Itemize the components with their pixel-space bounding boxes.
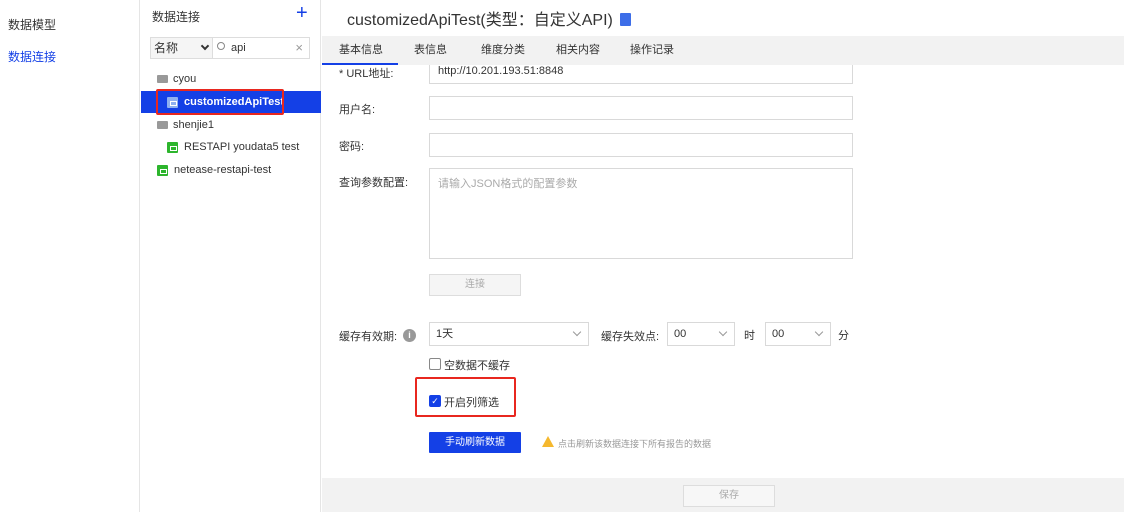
node-label: shenjie1 xyxy=(173,119,214,131)
search-icon xyxy=(217,42,225,50)
chevron-down-icon xyxy=(718,327,728,337)
info-icon[interactable]: i xyxy=(403,329,416,342)
page-title: customizedApiTest(类型：自定义API) xyxy=(347,6,632,30)
url-input[interactable]: http://10.201.193.51:8848 xyxy=(429,65,853,84)
chevron-down-icon xyxy=(200,41,210,51)
datasource-icon xyxy=(167,141,178,153)
warning-icon xyxy=(542,436,554,447)
left-nav: 数据模型 数据连接 xyxy=(0,0,140,512)
hour-select[interactable]: 00 xyxy=(667,322,735,346)
datasource-icon xyxy=(157,164,168,176)
node-label: RESTAPI youdata5 test xyxy=(184,141,300,153)
document-icon[interactable] xyxy=(620,13,632,26)
tab-basic-info[interactable]: 基本信息 xyxy=(339,36,383,65)
password-input[interactable] xyxy=(429,133,853,157)
tab-related[interactable]: 相关内容 xyxy=(556,36,600,65)
cache-label: 缓存有效期: xyxy=(339,331,398,343)
search-value: api xyxy=(231,42,246,54)
expire-label: 缓存失效点: xyxy=(601,331,660,343)
folder-icon xyxy=(157,75,168,84)
refresh-hint: 点击刷新该数据连接下所有报告的数据 xyxy=(558,439,712,449)
tree-folder[interactable]: cyou xyxy=(141,68,321,90)
tab-dimension[interactable]: 维度分类 xyxy=(481,36,525,65)
chevron-down-icon xyxy=(572,327,582,337)
select-value: 00 xyxy=(674,328,687,340)
password-label: 密码: xyxy=(339,141,365,153)
no-cache-empty-checkbox[interactable] xyxy=(429,358,441,370)
column-filter-label: 开启列筛选 xyxy=(444,397,499,409)
refresh-data-button[interactable]: 手动刷新数据 xyxy=(429,432,521,453)
no-cache-empty-label: 空数据不缓存 xyxy=(444,360,510,372)
query-label: 查询参数配置: xyxy=(339,177,409,189)
username-label: 用户名: xyxy=(339,104,376,116)
title-text: customizedApiTest(类型：自定义API) xyxy=(347,12,613,29)
panel-title: 数据连接 xyxy=(152,10,201,24)
connection-tree-panel: 数据连接 + 名称 api × cyou customizedApiTest s… xyxy=(141,0,321,512)
filter-select[interactable]: 名称 xyxy=(150,37,213,59)
select-value: 00 xyxy=(772,328,785,340)
nav-item-data-model[interactable]: 数据模型 xyxy=(8,16,56,33)
highlight-box xyxy=(156,89,284,115)
username-input[interactable] xyxy=(429,96,853,120)
chevron-down-icon xyxy=(814,327,824,337)
minute-unit: 分 xyxy=(838,330,849,342)
filter-select-value: 名称 xyxy=(154,41,179,55)
node-label: netease-restapi-test xyxy=(174,164,272,176)
minute-select[interactable]: 00 xyxy=(765,322,831,346)
clear-icon[interactable]: × xyxy=(295,38,303,58)
tab-log[interactable]: 操作记录 xyxy=(630,36,674,65)
tree-item[interactable]: RESTAPI youdata5 test xyxy=(141,136,321,158)
save-button[interactable]: 保存 xyxy=(683,485,775,507)
query-textarea[interactable]: 请输入JSON格式的配置参数 xyxy=(429,168,853,259)
url-label: * URL地址: xyxy=(339,68,394,80)
connect-button[interactable]: 连接 xyxy=(429,274,521,296)
tree-item[interactable]: netease-restapi-test xyxy=(141,159,321,181)
cache-duration-select[interactable]: 1天 xyxy=(429,322,589,346)
hour-unit: 时 xyxy=(744,330,755,342)
nav-item-data-connection[interactable]: 数据连接 xyxy=(8,48,56,65)
tree-folder[interactable]: shenjie1 xyxy=(141,114,321,136)
column-filter-checkbox[interactable]: ✓ xyxy=(429,395,441,407)
tab-table-info[interactable]: 表信息 xyxy=(414,36,447,65)
plus-icon[interactable]: + xyxy=(296,2,308,25)
search-input[interactable]: api × xyxy=(212,37,310,59)
main-panel: customizedApiTest(类型：自定义API) 基本信息 表信息 维度… xyxy=(322,0,1124,512)
select-value: 1天 xyxy=(436,328,454,340)
node-label: cyou xyxy=(173,73,197,85)
folder-icon xyxy=(157,121,168,130)
